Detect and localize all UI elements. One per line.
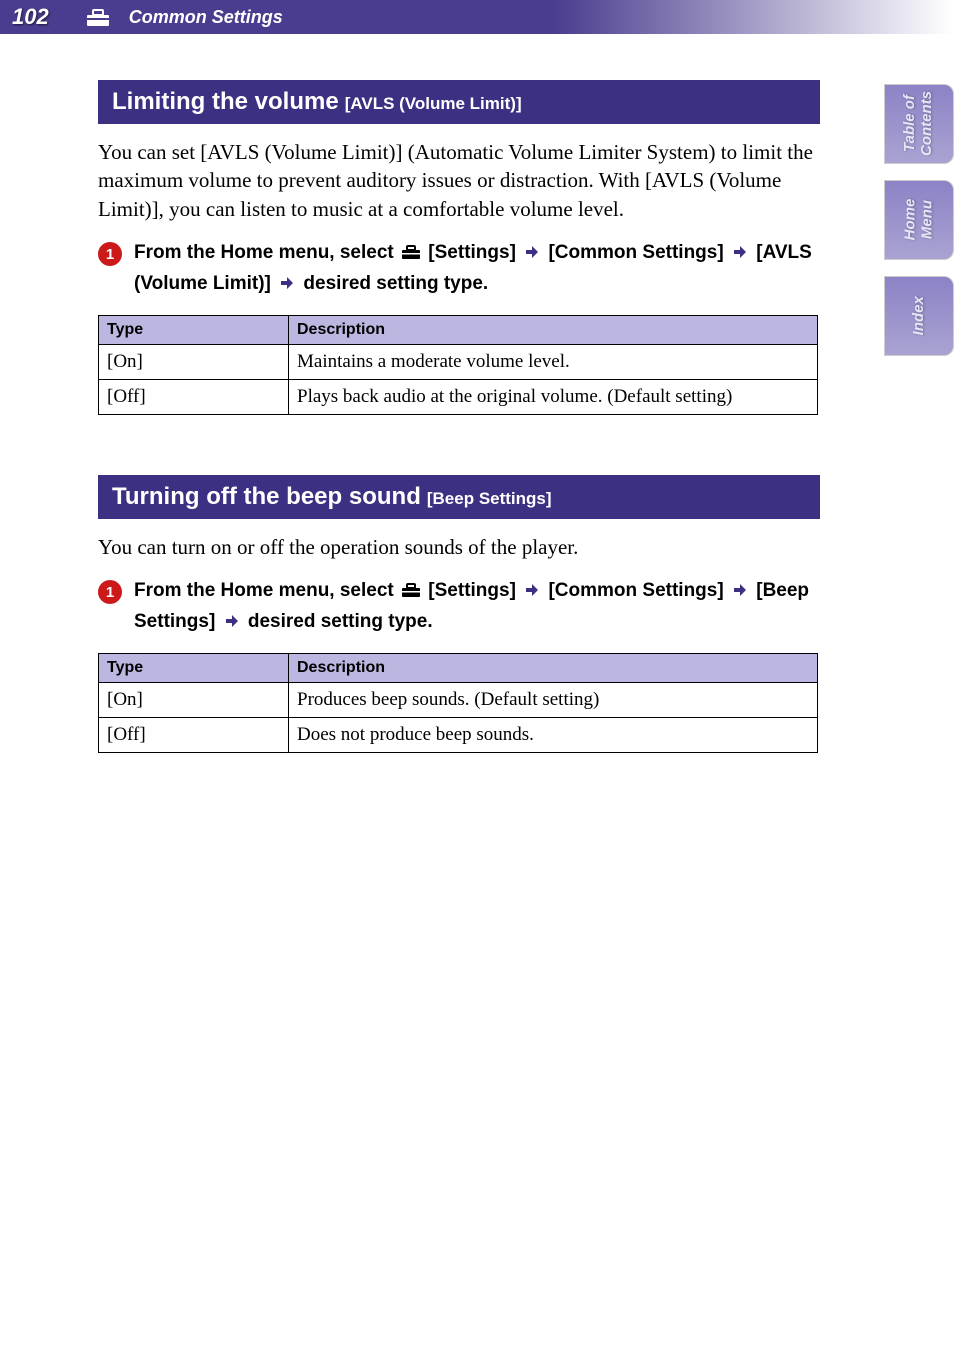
table-header: Type (99, 316, 289, 345)
arrow-right-icon (733, 578, 747, 607)
table-row: [On] Maintains a moderate volume level. (99, 345, 818, 380)
step-instruction: 1 From the Home menu, select [Settings] … (98, 577, 820, 637)
header-title: Common Settings (129, 7, 283, 28)
section-heading-beep: Turning off the beep sound [Beep Setting… (98, 475, 820, 519)
arrow-right-icon (525, 240, 539, 269)
toolbox-icon (401, 579, 421, 608)
cell-type: [Off] (99, 718, 289, 753)
heading-sub: [AVLS (Volume Limit)] (345, 94, 522, 114)
tab-index[interactable]: Index (884, 276, 954, 356)
avls-settings-table: Type Description [On] Maintains a modera… (98, 315, 818, 415)
toolbox-icon (401, 241, 421, 270)
section-heading-avls: Limiting the volume [AVLS (Volume Limit)… (98, 80, 820, 124)
cell-desc: Does not produce beep sounds. (289, 718, 818, 753)
toolbox-icon (85, 7, 111, 27)
arrow-right-icon (733, 240, 747, 269)
heading-main: Turning off the beep sound (112, 483, 421, 511)
arrow-right-icon (280, 271, 294, 300)
beep-settings-table: Type Description [On] Produces beep soun… (98, 653, 818, 753)
cell-type: [On] (99, 683, 289, 718)
table-header: Description (289, 654, 818, 683)
table-header: Type (99, 654, 289, 683)
page-content: Limiting the volume [AVLS (Volume Limit)… (0, 34, 820, 753)
step-text: From the Home menu, select [Settings] [C… (134, 239, 820, 299)
cell-desc: Plays back audio at the original volume.… (289, 380, 818, 415)
page-number: 102 (12, 4, 49, 30)
tab-table-of-contents[interactable]: Table ofContents (884, 84, 954, 164)
step-number-badge: 1 (98, 242, 122, 266)
heading-main: Limiting the volume (112, 88, 339, 116)
cell-type: [On] (99, 345, 289, 380)
side-tabs-container: Table ofContents HomeMenu Index (884, 84, 954, 356)
page-header: 102 Common Settings (0, 0, 954, 34)
table-row: [Off] Plays back audio at the original v… (99, 380, 818, 415)
cell-desc: Produces beep sounds. (Default setting) (289, 683, 818, 718)
table-row: [Off] Does not produce beep sounds. (99, 718, 818, 753)
body-paragraph: You can set [AVLS (Volume Limit)] (Autom… (98, 138, 820, 223)
heading-sub: [Beep Settings] (427, 489, 552, 509)
body-paragraph: You can turn on or off the operation sou… (98, 533, 820, 561)
table-row: [On] Produces beep sounds. (Default sett… (99, 683, 818, 718)
cell-type: [Off] (99, 380, 289, 415)
arrow-right-icon (225, 609, 239, 638)
arrow-right-icon (525, 578, 539, 607)
step-instruction: 1 From the Home menu, select [Settings] … (98, 239, 820, 299)
tab-home-menu[interactable]: HomeMenu (884, 180, 954, 260)
header-gradient (554, 0, 954, 34)
cell-desc: Maintains a moderate volume level. (289, 345, 818, 380)
step-number-badge: 1 (98, 580, 122, 604)
table-header: Description (289, 316, 818, 345)
step-text: From the Home menu, select [Settings] [C… (134, 577, 820, 637)
